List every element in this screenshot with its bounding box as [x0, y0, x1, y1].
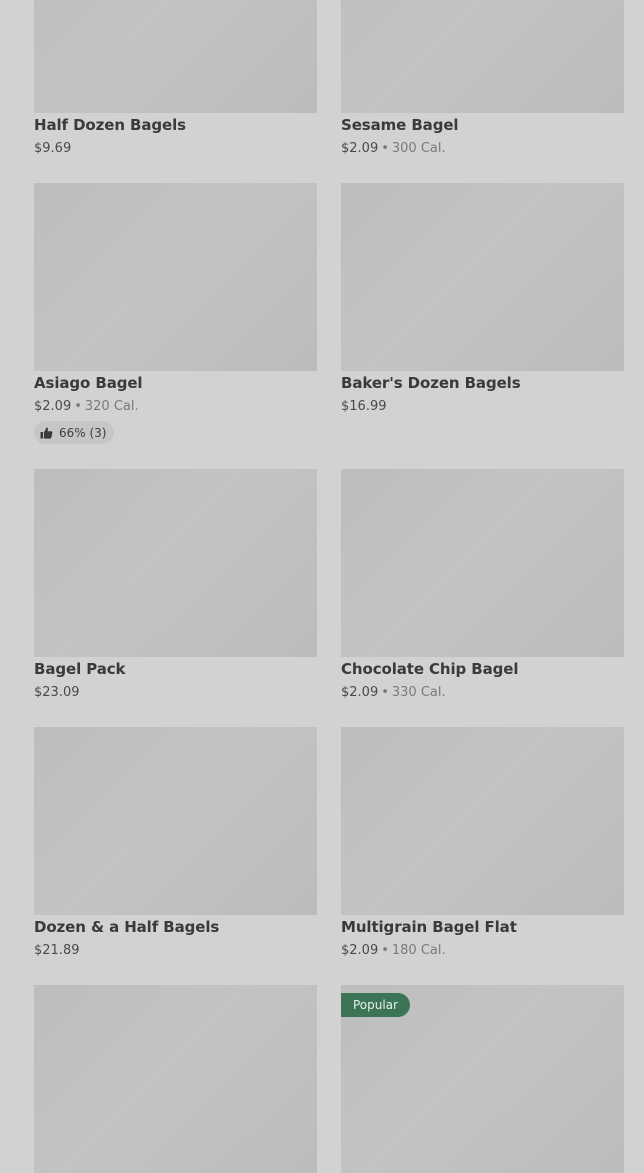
product-image[interactable] — [34, 183, 317, 371]
product-card-asiago-bagel[interactable]: Asiago Bagel $2.09 • 320 Cal. 66% (3) — [34, 183, 317, 444]
separator-dot: • — [381, 943, 389, 958]
product-name: Sesame Bagel — [341, 116, 459, 134]
product-price-line: $2.09 • 320 Cal. — [34, 399, 139, 414]
product-image[interactable] — [341, 0, 624, 113]
product-name: Half Dozen Bagels — [34, 116, 186, 134]
product-price: $2.09 — [34, 399, 72, 414]
product-name: Asiago Bagel — [34, 374, 143, 392]
product-image[interactable] — [341, 183, 624, 371]
product-card-chocolate-chip-bagel[interactable]: Chocolate Chip Bagel $2.09 • 330 Cal. — [341, 469, 624, 700]
product-price-line: $23.09 — [34, 685, 80, 700]
product-name: Chocolate Chip Bagel — [341, 660, 519, 678]
product-card[interactable] — [34, 985, 317, 1173]
product-calories: 320 Cal. — [84, 399, 139, 414]
product-card-sesame-bagel[interactable]: Sesame Bagel $2.09 • 300 Cal. — [341, 0, 624, 156]
product-price: $2.09 — [341, 141, 379, 156]
popular-badge: Popular — [341, 993, 410, 1017]
separator-dot: • — [381, 141, 389, 156]
separator-dot: • — [74, 399, 82, 414]
product-price: $2.09 — [341, 685, 379, 700]
thumbs-up-icon — [40, 427, 53, 439]
product-grid: Half Dozen Bagels $9.69 Sesame Bagel $2.… — [0, 0, 644, 1173]
product-price-line: $16.99 — [341, 399, 387, 414]
product-card-dozen-and-a-half-bagels[interactable]: Dozen & a Half Bagels $21.89 — [34, 727, 317, 958]
product-card[interactable]: Popular — [341, 985, 624, 1173]
separator-dot: • — [381, 685, 389, 700]
rating-badge: 66% (3) — [34, 421, 115, 444]
product-card-multigrain-bagel-flat[interactable]: Multigrain Bagel Flat $2.09 • 180 Cal. — [341, 727, 624, 958]
product-price: $2.09 — [341, 943, 379, 958]
product-image[interactable] — [34, 985, 317, 1173]
product-image[interactable] — [34, 469, 317, 657]
product-image[interactable] — [34, 0, 317, 113]
product-image[interactable] — [341, 727, 624, 915]
product-name: Bagel Pack — [34, 660, 126, 678]
product-calories: 300 Cal. — [391, 141, 446, 156]
product-card-bagel-pack[interactable]: Bagel Pack $23.09 — [34, 469, 317, 700]
product-calories: 330 Cal. — [391, 685, 446, 700]
product-price: $16.99 — [341, 399, 387, 414]
product-card-half-dozen-bagels[interactable]: Half Dozen Bagels $9.69 — [34, 0, 317, 156]
product-price-line: $2.09 • 330 Cal. — [341, 685, 446, 700]
product-calories: 180 Cal. — [391, 943, 446, 958]
product-price: $23.09 — [34, 685, 80, 700]
product-price-line: $2.09 • 300 Cal. — [341, 141, 446, 156]
product-price: $21.89 — [34, 943, 80, 958]
product-image[interactable]: Popular — [341, 985, 624, 1173]
product-image[interactable] — [341, 469, 624, 657]
product-name: Dozen & a Half Bagels — [34, 918, 220, 936]
product-name: Multigrain Bagel Flat — [341, 918, 517, 936]
product-price-line: $21.89 — [34, 943, 80, 958]
product-card-bakers-dozen-bagels[interactable]: Baker's Dozen Bagels $16.99 — [341, 183, 624, 414]
product-price-line: $9.69 — [34, 141, 71, 156]
rating-text: 66% (3) — [59, 425, 107, 440]
product-price: $9.69 — [34, 141, 72, 156]
product-image[interactable] — [34, 727, 317, 915]
product-name: Baker's Dozen Bagels — [341, 374, 521, 392]
product-price-line: $2.09 • 180 Cal. — [341, 943, 446, 958]
